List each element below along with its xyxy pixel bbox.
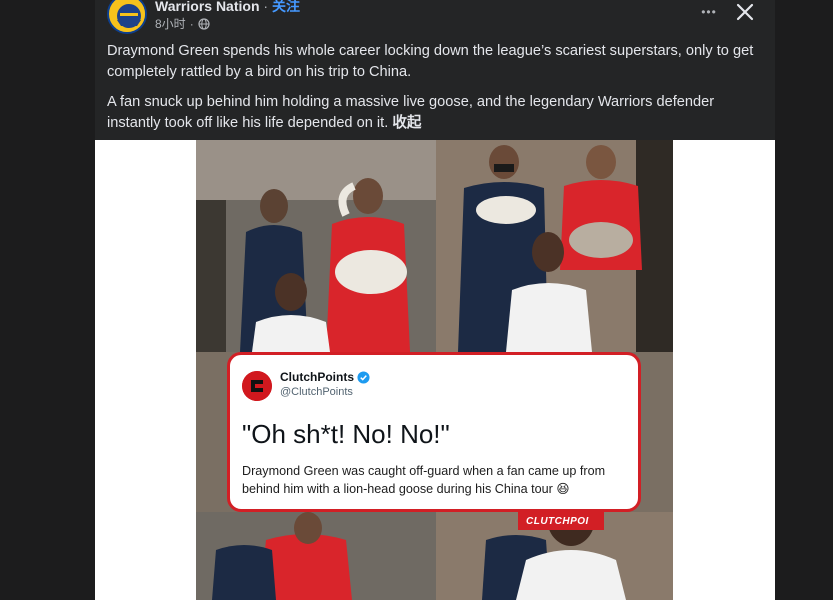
post-meta: 8小时 · <box>155 15 210 32</box>
tweet-body-text: Draymond Green was caught off-guard when… <box>242 464 606 496</box>
laughing-emoji-icon: 😆 <box>556 481 570 496</box>
post-header: Warriors Nation · 关注 8小时 · ••• <box>95 0 775 36</box>
verified-icon <box>357 370 370 384</box>
post-card: Warriors Nation · 关注 8小时 · ••• Draymond … <box>95 0 775 600</box>
globe-icon <box>198 17 210 30</box>
post-image[interactable]: ClutchPoints @ClutchPoints "Oh sh*t! No!… <box>196 140 673 600</box>
meta-dot: · <box>189 16 194 31</box>
name-separator: · <box>259 0 272 14</box>
close-button[interactable] <box>731 0 759 26</box>
clutchpoints-watermark: CLUTCHPOI <box>526 516 589 527</box>
tweet-quote: "Oh sh*t! No! No!" <box>242 419 450 449</box>
post-time[interactable]: 8小时 <box>155 15 186 32</box>
tweet-author: ClutchPoints <box>280 370 370 384</box>
media-area: ClutchPoints @ClutchPoints "Oh sh*t! No!… <box>95 140 775 600</box>
tweet-card: ClutchPoints @ClutchPoints "Oh sh*t! No!… <box>227 352 641 512</box>
tweet-author-name: ClutchPoints <box>280 370 354 384</box>
close-icon <box>736 3 754 21</box>
post-text: Draymond Green spends his whole career l… <box>107 41 757 143</box>
page-name-row: Warriors Nation · 关注 <box>155 0 300 16</box>
tweet-body: Draymond Green was caught off-guard when… <box>242 463 634 498</box>
more-icon: ••• <box>701 5 717 19</box>
post-paragraph-2: A fan snuck up behind him holding a mass… <box>107 92 757 134</box>
follow-button[interactable]: 关注 <box>272 0 300 14</box>
page-name[interactable]: Warriors Nation <box>155 0 260 14</box>
team-logo-icon <box>111 0 145 32</box>
more-options-button[interactable]: ••• <box>695 0 723 24</box>
tweet-handle: @ClutchPoints <box>280 386 353 398</box>
clutchpoints-logo-icon <box>242 371 272 401</box>
post-paragraph-1: Draymond Green spends his whole career l… <box>107 43 754 80</box>
collapse-link[interactable]: 收起 <box>392 115 421 131</box>
page-avatar[interactable] <box>107 0 147 34</box>
